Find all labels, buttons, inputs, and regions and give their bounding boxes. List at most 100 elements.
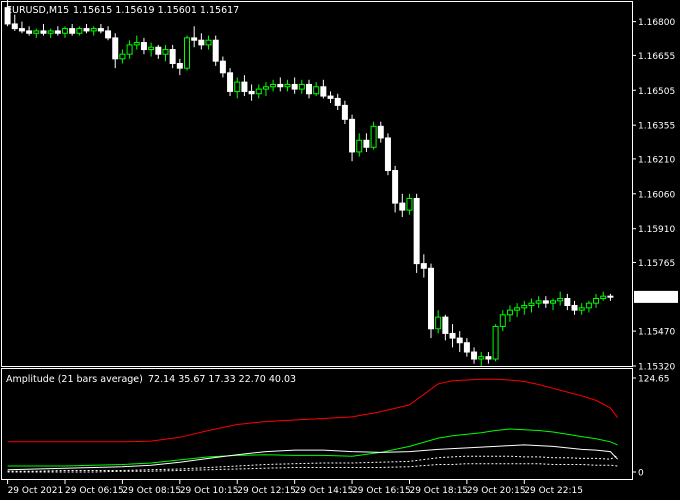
candle-body-bear xyxy=(212,39,219,62)
candle-body-bear xyxy=(456,337,463,344)
time-tick-label: 29 Oct 10:15 xyxy=(180,486,239,496)
candle-body-bull xyxy=(270,83,277,88)
candle-body-bear xyxy=(277,83,284,88)
candle-body-bear xyxy=(54,30,61,34)
candle-body-bear xyxy=(564,298,571,306)
candle-body-bear xyxy=(377,125,384,139)
candle-body-bear xyxy=(341,104,348,120)
candle-body-bear xyxy=(471,351,478,360)
time-tick-label: 29 Oct 22:15 xyxy=(524,486,583,496)
time-tick-label: 29 Oct 12:15 xyxy=(237,486,296,496)
candle-body-bull xyxy=(119,53,126,60)
symbol-label: EURUSD,M15 xyxy=(6,5,69,16)
time-tick-label: 29 Oct 20:15 xyxy=(467,486,526,496)
candle-body-bear xyxy=(420,263,427,269)
candle-body-bear xyxy=(363,139,370,148)
candle-body-bull xyxy=(557,298,564,302)
time-tick-label: 29 Oct 16:15 xyxy=(352,486,411,496)
candle-body-bull xyxy=(528,302,535,306)
candle-body-bear xyxy=(349,118,356,153)
candle-body-bear xyxy=(112,37,119,60)
candle-body-bear xyxy=(191,37,198,41)
indicator-separator: - xyxy=(133,374,136,385)
candle-body-bear xyxy=(485,356,492,360)
chart-background xyxy=(0,0,680,500)
candle-body-bull xyxy=(550,300,556,304)
candle-body-bear xyxy=(571,305,578,311)
candle-body-bull xyxy=(506,309,513,316)
candle-body-bull xyxy=(33,30,40,34)
candle-body-bear xyxy=(227,72,234,92)
candle-body-bear xyxy=(26,30,33,34)
price-tick-label: 1.15910 xyxy=(638,225,675,235)
candle-body-bear xyxy=(176,63,183,69)
candle-body-bear xyxy=(399,202,406,211)
candle-body-bull xyxy=(521,305,528,309)
candle-body-bear xyxy=(241,81,248,92)
candle-body-bear xyxy=(384,137,391,172)
candle-body-bull xyxy=(47,30,54,34)
candle-body-bull xyxy=(262,86,269,90)
candle-body-bull xyxy=(593,298,600,304)
time-tick-label: 29 Oct 18:15 xyxy=(409,486,468,496)
time-tick-label: 29 Oct 08:15 xyxy=(122,486,181,496)
candle-body-bull xyxy=(184,37,190,69)
current-price-label: 1.15617 xyxy=(637,293,674,303)
candle-body-bear xyxy=(219,60,226,74)
candle-body-bull xyxy=(205,39,212,46)
candle-body-bear xyxy=(169,49,176,64)
candle-body-bear xyxy=(11,23,18,30)
candle-body-bear xyxy=(83,28,90,32)
candle-body-bull xyxy=(313,86,320,95)
time-tick-label: 29 Oct 14:15 xyxy=(295,486,354,496)
candle-body-bear xyxy=(18,28,25,32)
candle-body-bear xyxy=(428,267,434,330)
candle-body-bull xyxy=(298,83,305,90)
candle-body-bull xyxy=(435,316,442,330)
price-tick-label: 1.16210 xyxy=(638,155,675,165)
candle-body-bear xyxy=(449,332,456,339)
candle-body-bear xyxy=(334,97,341,106)
candle-body-bull xyxy=(578,307,585,311)
candle-body-bull xyxy=(535,300,542,304)
price-tick-label: 1.16800 xyxy=(638,18,675,28)
candle-body-bull xyxy=(148,46,155,51)
indicator-tick-label: 124.65 xyxy=(638,375,670,385)
candle-body-bear xyxy=(413,197,420,265)
indicator-tick-label: 0 xyxy=(638,469,644,479)
candle-body-bear xyxy=(542,300,549,304)
candle-body-bull xyxy=(499,314,506,327)
candle-body-bear xyxy=(463,342,470,353)
candle-body-bull xyxy=(356,139,363,153)
candle-body-bull xyxy=(234,81,241,92)
candle-body-bull xyxy=(76,28,83,34)
candle-body-bear xyxy=(442,316,449,334)
candle-body-bear xyxy=(69,28,76,34)
price-tick-label: 1.16655 xyxy=(638,52,675,62)
time-tick-label: 29 Oct 06:15 xyxy=(65,486,124,496)
candle-body-bull xyxy=(126,44,133,55)
candle-body-bull xyxy=(514,307,521,311)
candle-body-bull xyxy=(600,295,607,300)
candle-body-bull xyxy=(406,197,413,211)
price-tick-label: 1.16060 xyxy=(638,190,675,200)
candle-body-bull xyxy=(255,88,262,95)
time-tick-label: 29 Oct 2021 xyxy=(8,486,64,496)
candle-body-bull xyxy=(162,49,169,55)
candle-body-bear xyxy=(306,83,312,95)
candle-body-bull xyxy=(90,28,97,32)
indicator-name: Amplitude (21 bars average) xyxy=(6,374,143,385)
candle-body-bull xyxy=(62,28,68,34)
candle-body-bear xyxy=(155,46,162,55)
trading-chart[interactable]: 1.16800 1.16655 1.16505 1.16355 1.16210 1.160… xyxy=(0,0,680,500)
candle-body-bear xyxy=(392,170,399,204)
candle-body-bull xyxy=(585,302,592,309)
ohlc-label: 1.15615 1.15619 1.15601 1.15617 xyxy=(73,5,239,16)
candle-body-bull xyxy=(133,42,140,46)
candle-body-bear xyxy=(248,90,255,95)
candle-body-bear xyxy=(198,39,205,46)
price-tick-label: 1.16355 xyxy=(638,122,675,132)
candle-body-bear xyxy=(105,30,112,39)
candle-body-bear xyxy=(291,83,298,90)
candle-body-bear xyxy=(40,30,47,34)
